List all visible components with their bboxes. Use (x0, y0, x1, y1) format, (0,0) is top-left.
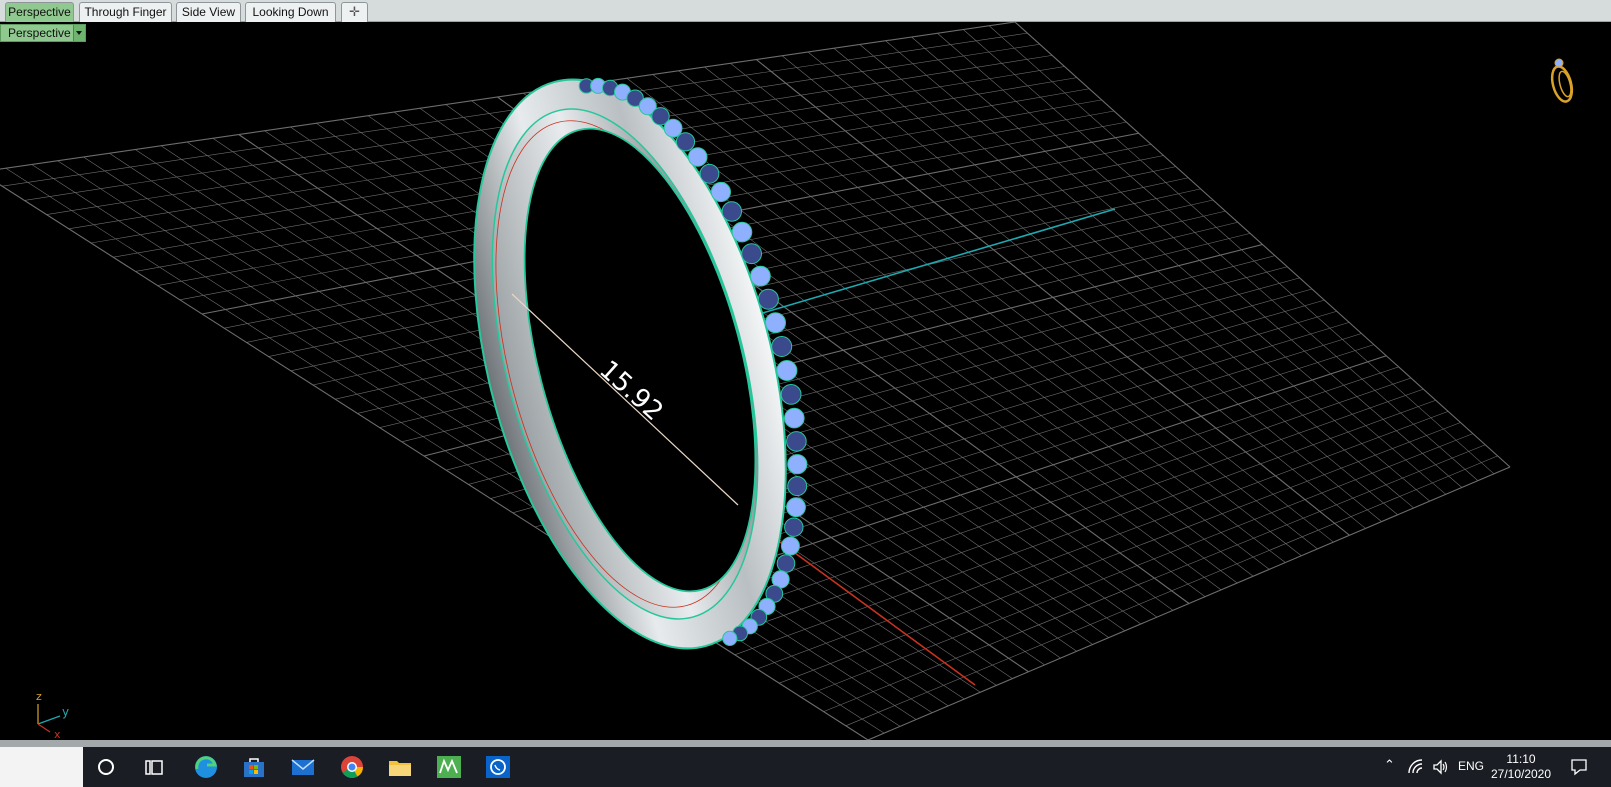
matrix-icon[interactable] (436, 755, 462, 779)
grid-line (1014, 22, 1511, 468)
grid-line (730, 63, 1334, 543)
gem-stone (675, 132, 696, 152)
axis-z-label: z (36, 690, 42, 703)
x-axis-line (779, 541, 976, 686)
notification-icon[interactable] (1570, 758, 1588, 776)
tab-side-view[interactable]: Side View (176, 2, 241, 22)
chrome-icon[interactable] (339, 755, 365, 779)
gem-stone (741, 243, 762, 265)
file-explorer-icon[interactable] (387, 755, 413, 779)
gem-stone (710, 181, 732, 203)
gem-stone (776, 554, 796, 573)
axis-y-label: y (62, 705, 69, 719)
grid-line (937, 33, 1463, 488)
clock-date: 27/10/2020 (1490, 767, 1552, 781)
gem-stone (750, 265, 771, 287)
grid-line (755, 59, 1350, 536)
gem-stone (786, 431, 807, 452)
tab-through-finger[interactable]: Through Finger (79, 2, 172, 22)
gem-stone (784, 407, 805, 429)
grid-line (963, 29, 1479, 481)
view-name-text: Perspective (8, 26, 71, 40)
gem-stone (699, 163, 720, 184)
gem-stone (731, 221, 753, 243)
view-dropdown-button[interactable] (73, 25, 85, 41)
gem-stone (663, 118, 683, 138)
network-icon[interactable] (1408, 759, 1424, 775)
ring-model[interactable]: 15.92 (418, 45, 842, 682)
gem-stone (787, 454, 808, 475)
viewport-canvas[interactable]: 15.92 z y x (0, 22, 1611, 740)
clock-time: 11:10 (1506, 752, 1536, 766)
store-icon[interactable] (241, 755, 267, 779)
gem-stone (780, 384, 802, 405)
gem-stone (780, 536, 800, 556)
3d-viewport[interactable]: 15.92 z y x (0, 22, 1611, 740)
clock[interactable]: 11:10 27/10/2020 (1484, 752, 1558, 782)
axis-x-label: x (54, 728, 61, 740)
gem-stone (687, 147, 708, 167)
horizontal-scrollbar[interactable] (0, 740, 1611, 747)
taskbar-search-box[interactable] (0, 747, 83, 787)
whatsapp-icon[interactable] (485, 755, 511, 779)
grid-line (885, 40, 1430, 502)
tab-perspective[interactable]: Perspective (5, 2, 74, 22)
add-tab-button[interactable]: ✛ (341, 2, 368, 22)
mail-icon[interactable] (290, 755, 316, 779)
gem-stone (787, 476, 808, 497)
viewport-tab-bar: Perspective Through Finger Side View Loo… (0, 0, 1611, 22)
gem-stone (757, 288, 779, 310)
gem-stone (765, 312, 786, 334)
gem-stone (722, 630, 738, 647)
edge-icon[interactable] (193, 755, 219, 779)
search-circle-icon[interactable] (93, 755, 119, 779)
view-name-label[interactable]: Perspective (0, 24, 86, 42)
gem-stone (771, 336, 793, 357)
task-view-icon[interactable] (141, 755, 167, 779)
volume-icon[interactable] (1432, 759, 1450, 775)
taskbar: ⌃ ENG 11:10 27/10/2020 (0, 747, 1611, 787)
chevron-up-icon[interactable]: ⌃ (1384, 757, 1395, 773)
plus-icon: ✛ (349, 4, 360, 19)
ring-preview-icon[interactable] (1549, 58, 1576, 104)
language-indicator[interactable]: ENG (1458, 759, 1484, 773)
gem-stone (721, 201, 742, 222)
tab-looking-down[interactable]: Looking Down (245, 2, 336, 22)
gem-stone (786, 497, 806, 518)
gem-stone (784, 517, 804, 537)
axis-triad: z y x (36, 690, 69, 740)
gem-stone (776, 360, 798, 381)
